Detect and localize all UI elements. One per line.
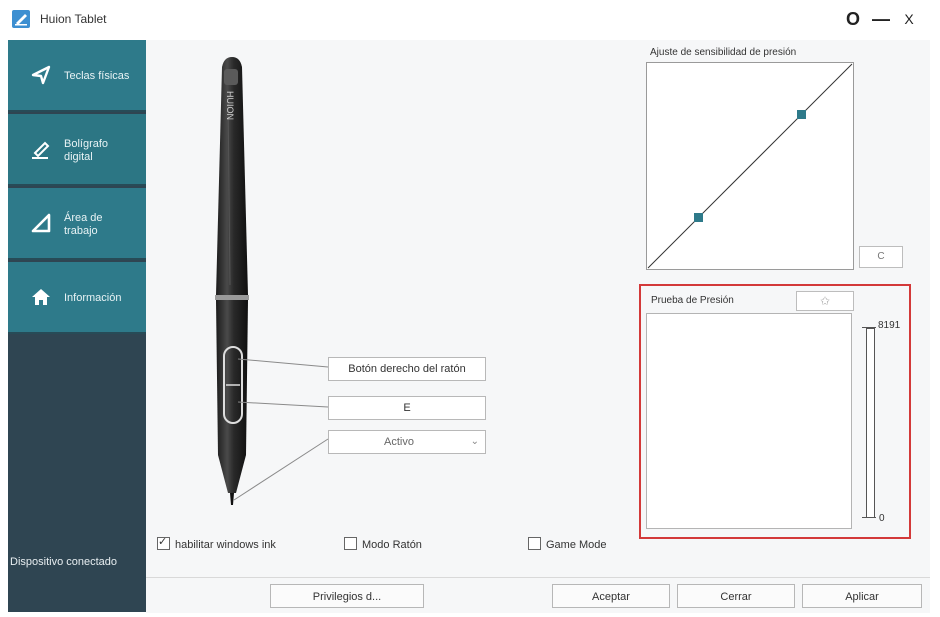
chevron-down-icon: ⌄ bbox=[470, 436, 479, 447]
send-icon bbox=[30, 64, 52, 86]
reset-curve-button[interactable]: C bbox=[859, 246, 903, 268]
device-status: Dispositivo conectado bbox=[10, 556, 118, 568]
mouse-mode-label: Modo Ratón bbox=[362, 539, 422, 551]
tip-mode-select[interactable]: Activo ⌄ bbox=[328, 430, 486, 454]
accept-button[interactable]: Aceptar bbox=[552, 584, 670, 608]
checkbox-box[interactable]: ✓ bbox=[157, 536, 170, 550]
apply-button[interactable]: Aplicar bbox=[802, 584, 922, 608]
sidebar-item-physical-keys[interactable]: Teclas físicas bbox=[8, 40, 146, 112]
close-button[interactable]: X bbox=[898, 6, 920, 32]
sidebar-item-work-area[interactable]: Área de trabajo bbox=[8, 188, 146, 260]
eraser-icon: ✩ bbox=[819, 294, 831, 308]
upper-button-field[interactable]: Botón derecho del ratón bbox=[328, 357, 486, 381]
mouse-mode-checkbox[interactable]: Modo Ratón bbox=[344, 537, 422, 552]
checkbox-box[interactable] bbox=[344, 537, 357, 550]
meter-bottom-tick bbox=[862, 517, 876, 518]
clear-pressure-button[interactable]: ✩ bbox=[796, 291, 854, 311]
sidebar-item-digital-pen[interactable]: Bolígrafo digital bbox=[8, 114, 146, 186]
settings-button[interactable]: O bbox=[842, 6, 864, 32]
pressure-test-canvas[interactable] bbox=[646, 313, 852, 529]
pressure-min-label: 0 bbox=[879, 513, 885, 524]
sidebar-item-label: Área de trabajo bbox=[64, 212, 103, 237]
sidebar: Teclas físicas Bolígrafo digital Área de… bbox=[8, 40, 146, 612]
lower-button-field[interactable]: E bbox=[328, 396, 486, 420]
sidebar-item-information[interactable]: Información bbox=[8, 262, 146, 334]
pen-brand-label: HUION bbox=[225, 91, 235, 120]
meter-top-tick bbox=[862, 327, 876, 328]
sidebar-item-label: Bolígrafo digital bbox=[64, 138, 109, 163]
home-icon bbox=[30, 286, 52, 308]
sidebar-item-label: Información bbox=[64, 292, 122, 304]
pressure-curve bbox=[647, 63, 853, 269]
curve-control-point[interactable] bbox=[797, 110, 806, 119]
triangle-icon bbox=[30, 212, 52, 234]
window-title: Huion Tablet bbox=[40, 12, 107, 26]
privileges-button[interactable]: Privilegios d... bbox=[270, 584, 424, 608]
check-icon: ✓ bbox=[158, 536, 168, 548]
game-mode-label: Game Mode bbox=[546, 539, 607, 551]
huion-logo-icon bbox=[12, 10, 30, 28]
windows-ink-checkbox[interactable]: ✓ habilitar windows ink bbox=[157, 536, 276, 552]
checkbox-box[interactable] bbox=[528, 537, 541, 550]
pressure-curve-editor[interactable] bbox=[646, 62, 854, 270]
pressure-test-title: Prueba de Presión bbox=[651, 295, 734, 306]
pressure-level-bar bbox=[866, 328, 875, 518]
minimize-button[interactable]: — bbox=[870, 6, 892, 32]
title-bar bbox=[0, 0, 940, 40]
windows-ink-label: habilitar windows ink bbox=[175, 539, 276, 551]
sidebar-item-label: Teclas físicas bbox=[64, 70, 130, 82]
pressure-max-label: 8191 bbox=[878, 320, 901, 331]
tip-mode-value: Activo bbox=[384, 436, 414, 448]
pen-icon bbox=[30, 138, 52, 160]
game-mode-checkbox[interactable]: Game Mode bbox=[528, 537, 607, 552]
close-dialog-button[interactable]: Cerrar bbox=[677, 584, 795, 608]
curve-title: Ajuste de sensibilidad de presión bbox=[650, 47, 797, 58]
curve-control-point[interactable] bbox=[694, 213, 703, 222]
